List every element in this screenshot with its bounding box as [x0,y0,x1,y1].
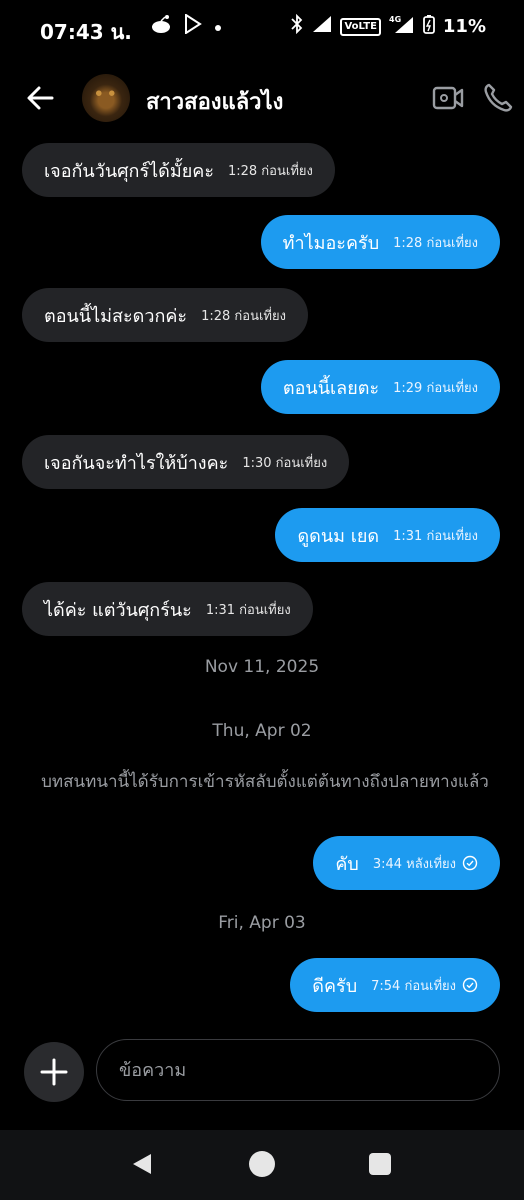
volte-badge: VoLTE [340,17,381,36]
status-bar: 07:43 น. VoLTE 4G 11% [0,0,524,56]
message-time: 1:31 ก่อนเที่ยง [393,528,478,544]
message-outgoing[interactable]: ดูดนม เยด 1:31 ก่อนเที่ยง [275,508,500,562]
message-text: ตอนนี้ไม่สะดวกค่ะ [44,305,188,327]
message-outgoing[interactable]: ตอนนี้เลยตะ 1:29 ก่อนเที่ยง [260,360,500,414]
message-text: เจอกันวันศุกร์ได้มั้ยคะ [44,160,214,182]
message-input[interactable] [96,1039,500,1101]
system-nav-bar [0,1130,524,1200]
message-time: 1:29 ก่อนเที่ยง [393,380,478,396]
play-store-icon [184,13,202,38]
date-separator: Nov 11, 2025 [204,657,320,677]
message-incoming[interactable]: ตอนนี้ไม่สะดวกค่ะ 1:28 ก่อนเที่ยง [22,288,308,342]
add-attachment-button[interactable] [24,1042,84,1102]
date-separator: Thu, Apr 02 [212,721,312,741]
message-time: 7:54 ก่อนเที่ยง [371,978,456,994]
status-time: 07:43 น. [40,20,132,44]
message-text: ดูดนม เยด [297,525,380,547]
message-text: ดีครับ [312,975,358,997]
message-outgoing[interactable]: คับ 3:44 หลังเที่ยง [313,836,500,890]
phone-call-button[interactable] [480,80,516,116]
avatar[interactable] [82,74,130,122]
message-time: 1:28 ก่อนเที่ยง [227,163,313,179]
chat-header: สาวสองแล้วไง [0,66,524,130]
message-text: คับ [335,853,359,875]
signal-icon [312,15,332,38]
encryption-notice: บทสนทนานี้ได้รับการเข้ารหัสลับตั้งแต่ต้น… [41,772,489,792]
contact-name[interactable]: สาวสองแล้วไง [146,84,283,119]
message-outgoing[interactable]: ทำไมอะครับ 1:28 ก่อนเที่ยง [260,215,500,269]
video-call-button[interactable] [428,80,468,116]
message-text: เจอกันจะทำไรให้บ้างคะ [44,452,229,474]
message-incoming[interactable]: ได้ค่ะ แต่วันศุกร์นะ 1:31 ก่อนเที่ยง [22,582,313,636]
bluetooth-icon [290,13,304,39]
back-button[interactable] [22,80,58,116]
message-incoming[interactable]: เจอกันวันศุกร์ได้มั้ยคะ 1:28 ก่อนเที่ยง [22,143,335,197]
plus-icon [40,1058,68,1086]
nav-back-button[interactable] [130,1152,154,1180]
message-time: 1:31 ก่อนเที่ยง [205,602,291,618]
read-check-icon [462,855,478,871]
message-text: ตอนนี้เลยตะ [282,377,380,399]
message-time: 1:30 ก่อนเที่ยง [242,455,328,471]
battery-icon [423,14,435,39]
signal-4g-icon: 4G [389,14,415,39]
message-time: 1:28 ก่อนเที่ยง [201,308,286,324]
read-check-icon [462,977,478,993]
notification-dot-icon [214,17,222,36]
message-incoming[interactable]: เจอกันจะทำไรให้บ้างคะ 1:30 ก่อนเที่ยง [22,435,350,489]
message-time: 3:44 หลังเที่ยง [372,856,456,872]
message-outgoing[interactable]: ดีครับ 7:54 ก่อนเที่ยง [290,958,500,1012]
message-time: 1:28 ก่อนเที่ยง [393,235,478,251]
date-separator: Fri, Apr 03 [218,913,306,933]
message-text: ทำไมอะครับ [282,232,380,254]
nav-home-button[interactable] [249,1151,275,1177]
reddit-icon [150,14,172,38]
svg-text:4G: 4G [389,15,401,24]
nav-recents-button[interactable] [369,1153,391,1175]
battery-percent: 11% [442,16,486,37]
message-text: ได้ค่ะ แต่วันศุกร์นะ [44,599,192,621]
